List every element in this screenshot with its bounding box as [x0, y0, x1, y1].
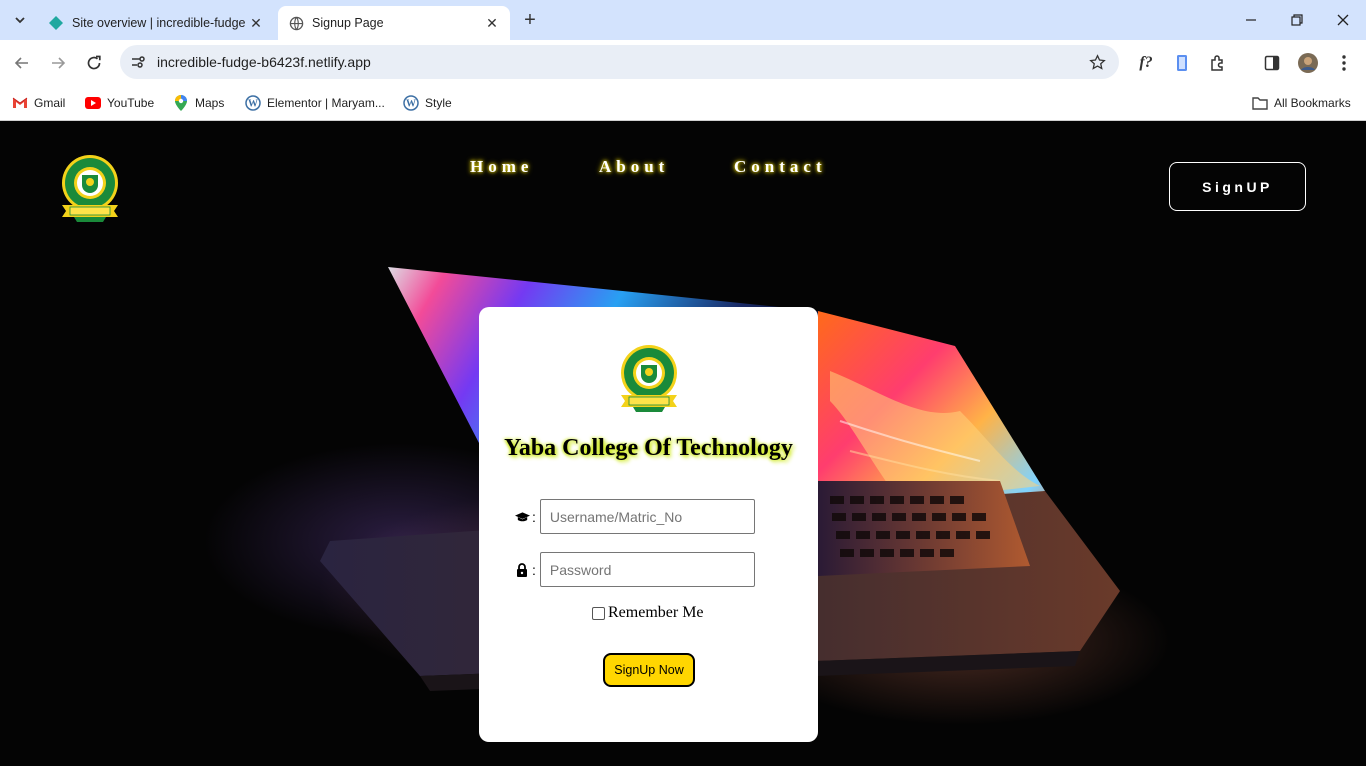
bookmark-label: Style [425, 96, 452, 110]
password-row: : [514, 552, 755, 587]
password-colon: : [532, 561, 536, 578]
bookmark-label: YouTube [107, 96, 155, 110]
nav-contact-link[interactable]: Contact [734, 157, 827, 177]
profile-avatar[interactable] [1296, 51, 1320, 75]
remember-me-checkbox[interactable] [592, 606, 605, 620]
tab-search-button[interactable] [8, 8, 32, 32]
browser-tab-strip: Site overview | incredible-fudge ✕ Signu… [0, 0, 1366, 40]
signup-now-button[interactable]: SignUp Now [603, 653, 695, 687]
gmail-icon [12, 95, 28, 111]
bookmark-label: Gmail [34, 96, 66, 110]
password-input[interactable] [539, 552, 755, 587]
username-colon: : [532, 508, 536, 525]
wordpress-icon: W [403, 95, 419, 111]
bookmark-label: All Bookmarks [1274, 96, 1351, 110]
bookmark-style[interactable]: W Style [403, 92, 452, 114]
tab-site-overview[interactable]: Site overview | incredible-fudge ✕ [38, 6, 274, 40]
bookmark-label: Elementor | Maryam... [267, 96, 385, 110]
tab-title: Signup Page [312, 16, 384, 30]
all-bookmarks-button[interactable]: All Bookmarks [1252, 92, 1351, 114]
forward-button[interactable] [46, 51, 70, 75]
maps-icon [173, 95, 189, 111]
username-row: : [514, 499, 755, 534]
wordpress-icon: W [245, 95, 261, 111]
tab-title: Site overview | incredible-fudge [72, 16, 246, 30]
svg-text:W: W [406, 99, 416, 110]
extension-fx-icon[interactable]: f? [1134, 51, 1158, 75]
bookmark-gmail[interactable]: Gmail [12, 92, 65, 114]
signup-form-card: Yaba College Of Technology : : Remember … [479, 307, 818, 742]
browser-toolbar: incredible-fudge-b6423f.netlify.app f? [0, 40, 1366, 86]
svg-text:W: W [248, 99, 258, 110]
lock-icon [514, 562, 530, 578]
netlify-icon [48, 15, 64, 31]
close-icon [1337, 14, 1349, 26]
nav-home-link[interactable]: Home [470, 157, 533, 177]
globe-icon [288, 15, 304, 31]
signup-page: Home About Contact SignUP Yaba College O… [0, 121, 1366, 766]
close-icon[interactable]: ✕ [246, 13, 266, 33]
restore-button[interactable] [1274, 0, 1320, 40]
arrow-left-icon [14, 57, 28, 69]
folder-icon [1252, 95, 1268, 111]
chevron-down-icon [15, 17, 25, 24]
close-window-button[interactable] [1320, 0, 1366, 40]
nav-about-link[interactable]: About [599, 157, 669, 177]
back-button[interactable] [10, 51, 34, 75]
new-tab-button[interactable]: + [520, 9, 540, 31]
college-logo[interactable] [60, 153, 120, 229]
bookmarks-bar: Gmail YouTube Maps W Elementor | Maryam.… [0, 86, 1366, 121]
more-menu-icon[interactable] [1332, 51, 1356, 75]
remember-me-label: Remember Me [608, 604, 704, 621]
address-bar[interactable]: incredible-fudge-b6423f.netlify.app [120, 45, 1119, 79]
minimize-icon [1246, 19, 1256, 21]
college-logo [621, 345, 677, 412]
reload-button[interactable] [82, 51, 106, 75]
minimize-button[interactable] [1228, 0, 1274, 40]
bookmark-maps[interactable]: Maps [173, 92, 224, 114]
url-text: incredible-fudge-b6423f.netlify.app [157, 54, 371, 70]
site-info-icon[interactable] [128, 52, 148, 72]
side-panel-icon[interactable] [1260, 51, 1284, 75]
bookmark-star-icon[interactable] [1087, 52, 1107, 72]
username-input[interactable] [539, 499, 755, 534]
bookmark-label: Maps [195, 96, 225, 110]
extensions-puzzle-icon[interactable] [1206, 51, 1230, 75]
signup-header-button[interactable]: SignUP [1169, 162, 1306, 211]
bookmark-elementor[interactable]: W Elementor | Maryam... [245, 92, 385, 114]
tab-signup-page[interactable]: Signup Page ✕ [278, 6, 510, 40]
extension-doc-icon[interactable] [1170, 51, 1194, 75]
restore-icon [1291, 14, 1303, 26]
graduation-cap-icon [514, 509, 530, 525]
bookmark-youtube[interactable]: YouTube [85, 92, 154, 114]
arrow-right-icon [52, 57, 66, 69]
remember-me-row: Remember Me [592, 604, 704, 622]
form-title: Yaba College Of Technology [504, 435, 793, 461]
youtube-icon [85, 95, 101, 111]
close-icon[interactable]: ✕ [482, 13, 502, 33]
reload-icon [87, 55, 101, 70]
